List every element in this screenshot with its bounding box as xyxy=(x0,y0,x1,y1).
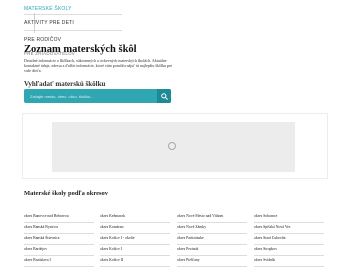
district-column: okres Kežmarok okres Komárno okres Košic… xyxy=(100,212,170,267)
search-bar xyxy=(24,89,171,103)
content-card xyxy=(22,113,328,179)
intro-text: Detailné informácie o škôlkach, súkromný… xyxy=(24,58,173,74)
district-link[interactable]: okres Kežmarok xyxy=(100,212,170,223)
search-icon xyxy=(160,92,168,100)
district-link[interactable]: okres Pezinok xyxy=(177,245,247,256)
district-link[interactable]: okres Stropkov xyxy=(254,245,324,256)
district-column: okres Banovce nad Bebravou okres Banská … xyxy=(24,212,94,267)
search-button[interactable] xyxy=(157,89,171,103)
search-input[interactable] xyxy=(24,89,156,103)
district-link[interactable]: okres Spišská Nová Ves xyxy=(254,223,324,234)
nav-link-materske-skoly[interactable]: MATERSKÉ ŠKOLY xyxy=(24,6,72,12)
district-link[interactable]: okres Stará Ľubovňa xyxy=(254,234,324,245)
district-link[interactable]: okres Banská Bystrica xyxy=(24,223,94,234)
districts-heading: Materské školy podľa okresov xyxy=(24,190,108,197)
nav-link-pre-rodicov[interactable]: PRE RODIČOV xyxy=(24,37,61,43)
media-placeholder xyxy=(52,122,295,172)
district-link[interactable]: okres Bardejov xyxy=(24,245,94,256)
district-link[interactable]: okres Nové Zámky xyxy=(177,223,247,234)
district-link[interactable]: okres Nové Mesto nad Váhom xyxy=(177,212,247,223)
search-heading: Vyhľadať materskú škôlku xyxy=(24,80,106,88)
district-link[interactable]: okres Košice I xyxy=(100,245,170,256)
nav-divider-line xyxy=(24,30,122,31)
district-link[interactable]: okres Košice I - okolie xyxy=(100,234,170,245)
page-title: Zoznam materských škôl xyxy=(24,44,137,55)
loading-spinner-icon xyxy=(168,142,176,150)
district-link[interactable]: okres Partizánske xyxy=(177,234,247,245)
district-link[interactable]: okres Sobrance xyxy=(254,212,324,223)
district-link[interactable]: okres Banovce nad Bebravou xyxy=(24,212,94,223)
district-column: okres Sobrance okres Spišská Nová Ves ok… xyxy=(254,212,324,267)
district-link[interactable]: okres Banská Štiavnica xyxy=(24,234,94,245)
district-link[interactable]: okres Komárno xyxy=(100,223,170,234)
nav-divider-line xyxy=(24,14,122,15)
district-column: okres Nové Mesto nad Váhom okres Nové Zá… xyxy=(177,212,247,267)
nav-link-aktivity[interactable]: AKTIVITY PRE DETI xyxy=(24,20,74,26)
